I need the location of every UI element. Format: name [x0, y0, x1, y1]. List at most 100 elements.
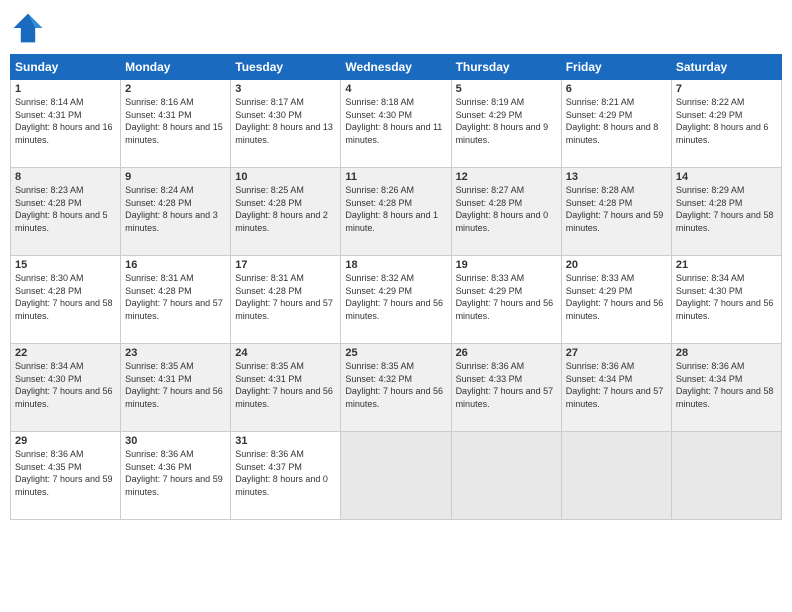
weekday-header-tuesday: Tuesday	[231, 55, 341, 80]
calendar: SundayMondayTuesdayWednesdayThursdayFrid…	[10, 54, 782, 602]
day-number: 12	[456, 171, 557, 183]
calendar-cell	[451, 432, 561, 520]
calendar-table: SundayMondayTuesdayWednesdayThursdayFrid…	[10, 54, 782, 520]
day-number: 17	[235, 259, 336, 271]
calendar-cell: 27Sunrise: 8:36 AMSunset: 4:34 PMDayligh…	[561, 344, 671, 432]
day-info: Sunrise: 8:16 AMSunset: 4:31 PMDaylight:…	[125, 96, 226, 146]
day-info: Sunrise: 8:25 AMSunset: 4:28 PMDaylight:…	[235, 184, 336, 234]
day-info: Sunrise: 8:36 AMSunset: 4:37 PMDaylight:…	[235, 448, 336, 498]
calendar-week-3: 15Sunrise: 8:30 AMSunset: 4:28 PMDayligh…	[11, 256, 782, 344]
calendar-cell	[671, 432, 781, 520]
calendar-cell: 10Sunrise: 8:25 AMSunset: 4:28 PMDayligh…	[231, 168, 341, 256]
day-number: 4	[345, 83, 446, 95]
calendar-cell: 18Sunrise: 8:32 AMSunset: 4:29 PMDayligh…	[341, 256, 451, 344]
calendar-cell: 29Sunrise: 8:36 AMSunset: 4:35 PMDayligh…	[11, 432, 121, 520]
day-number: 9	[125, 171, 226, 183]
calendar-cell: 15Sunrise: 8:30 AMSunset: 4:28 PMDayligh…	[11, 256, 121, 344]
day-info: Sunrise: 8:31 AMSunset: 4:28 PMDaylight:…	[125, 272, 226, 322]
calendar-cell: 22Sunrise: 8:34 AMSunset: 4:30 PMDayligh…	[11, 344, 121, 432]
day-number: 28	[676, 347, 777, 359]
calendar-cell: 13Sunrise: 8:28 AMSunset: 4:28 PMDayligh…	[561, 168, 671, 256]
day-info: Sunrise: 8:33 AMSunset: 4:29 PMDaylight:…	[566, 272, 667, 322]
weekday-header-sunday: Sunday	[11, 55, 121, 80]
day-number: 18	[345, 259, 446, 271]
day-number: 10	[235, 171, 336, 183]
day-number: 27	[566, 347, 667, 359]
calendar-cell: 2Sunrise: 8:16 AMSunset: 4:31 PMDaylight…	[121, 80, 231, 168]
day-number: 21	[676, 259, 777, 271]
day-info: Sunrise: 8:36 AMSunset: 4:34 PMDaylight:…	[676, 360, 777, 410]
day-number: 22	[15, 347, 116, 359]
day-number: 7	[676, 83, 777, 95]
day-number: 20	[566, 259, 667, 271]
day-info: Sunrise: 8:22 AMSunset: 4:29 PMDaylight:…	[676, 96, 777, 146]
day-number: 25	[345, 347, 446, 359]
day-info: Sunrise: 8:35 AMSunset: 4:31 PMDaylight:…	[235, 360, 336, 410]
header	[10, 10, 782, 46]
day-info: Sunrise: 8:29 AMSunset: 4:28 PMDaylight:…	[676, 184, 777, 234]
day-info: Sunrise: 8:17 AMSunset: 4:30 PMDaylight:…	[235, 96, 336, 146]
day-info: Sunrise: 8:27 AMSunset: 4:28 PMDaylight:…	[456, 184, 557, 234]
day-number: 24	[235, 347, 336, 359]
day-info: Sunrise: 8:26 AMSunset: 4:28 PMDaylight:…	[345, 184, 446, 234]
calendar-cell: 25Sunrise: 8:35 AMSunset: 4:32 PMDayligh…	[341, 344, 451, 432]
day-number: 1	[15, 83, 116, 95]
day-number: 29	[15, 435, 116, 447]
day-info: Sunrise: 8:34 AMSunset: 4:30 PMDaylight:…	[15, 360, 116, 410]
calendar-cell: 8Sunrise: 8:23 AMSunset: 4:28 PMDaylight…	[11, 168, 121, 256]
calendar-cell: 21Sunrise: 8:34 AMSunset: 4:30 PMDayligh…	[671, 256, 781, 344]
day-info: Sunrise: 8:33 AMSunset: 4:29 PMDaylight:…	[456, 272, 557, 322]
day-number: 2	[125, 83, 226, 95]
day-number: 16	[125, 259, 226, 271]
calendar-cell: 3Sunrise: 8:17 AMSunset: 4:30 PMDaylight…	[231, 80, 341, 168]
page: SundayMondayTuesdayWednesdayThursdayFrid…	[0, 0, 792, 612]
day-number: 5	[456, 83, 557, 95]
day-info: Sunrise: 8:19 AMSunset: 4:29 PMDaylight:…	[456, 96, 557, 146]
calendar-cell: 9Sunrise: 8:24 AMSunset: 4:28 PMDaylight…	[121, 168, 231, 256]
day-info: Sunrise: 8:24 AMSunset: 4:28 PMDaylight:…	[125, 184, 226, 234]
day-info: Sunrise: 8:34 AMSunset: 4:30 PMDaylight:…	[676, 272, 777, 322]
calendar-cell: 24Sunrise: 8:35 AMSunset: 4:31 PMDayligh…	[231, 344, 341, 432]
day-number: 30	[125, 435, 226, 447]
day-number: 3	[235, 83, 336, 95]
logo-icon	[10, 10, 46, 46]
day-info: Sunrise: 8:35 AMSunset: 4:32 PMDaylight:…	[345, 360, 446, 410]
calendar-cell: 28Sunrise: 8:36 AMSunset: 4:34 PMDayligh…	[671, 344, 781, 432]
day-number: 19	[456, 259, 557, 271]
calendar-cell: 23Sunrise: 8:35 AMSunset: 4:31 PMDayligh…	[121, 344, 231, 432]
day-info: Sunrise: 8:21 AMSunset: 4:29 PMDaylight:…	[566, 96, 667, 146]
calendar-cell: 19Sunrise: 8:33 AMSunset: 4:29 PMDayligh…	[451, 256, 561, 344]
weekday-header-monday: Monday	[121, 55, 231, 80]
calendar-cell: 20Sunrise: 8:33 AMSunset: 4:29 PMDayligh…	[561, 256, 671, 344]
day-info: Sunrise: 8:36 AMSunset: 4:36 PMDaylight:…	[125, 448, 226, 498]
day-number: 6	[566, 83, 667, 95]
day-number: 8	[15, 171, 116, 183]
weekday-header-friday: Friday	[561, 55, 671, 80]
day-info: Sunrise: 8:31 AMSunset: 4:28 PMDaylight:…	[235, 272, 336, 322]
day-number: 23	[125, 347, 226, 359]
calendar-cell: 17Sunrise: 8:31 AMSunset: 4:28 PMDayligh…	[231, 256, 341, 344]
weekday-header-row: SundayMondayTuesdayWednesdayThursdayFrid…	[11, 55, 782, 80]
calendar-cell: 14Sunrise: 8:29 AMSunset: 4:28 PMDayligh…	[671, 168, 781, 256]
calendar-cell: 11Sunrise: 8:26 AMSunset: 4:28 PMDayligh…	[341, 168, 451, 256]
calendar-cell: 6Sunrise: 8:21 AMSunset: 4:29 PMDaylight…	[561, 80, 671, 168]
calendar-cell: 1Sunrise: 8:14 AMSunset: 4:31 PMDaylight…	[11, 80, 121, 168]
calendar-cell: 16Sunrise: 8:31 AMSunset: 4:28 PMDayligh…	[121, 256, 231, 344]
calendar-cell: 26Sunrise: 8:36 AMSunset: 4:33 PMDayligh…	[451, 344, 561, 432]
day-info: Sunrise: 8:28 AMSunset: 4:28 PMDaylight:…	[566, 184, 667, 234]
calendar-cell	[561, 432, 671, 520]
day-info: Sunrise: 8:32 AMSunset: 4:29 PMDaylight:…	[345, 272, 446, 322]
logo	[10, 10, 50, 46]
calendar-cell: 4Sunrise: 8:18 AMSunset: 4:30 PMDaylight…	[341, 80, 451, 168]
calendar-cell: 12Sunrise: 8:27 AMSunset: 4:28 PMDayligh…	[451, 168, 561, 256]
day-info: Sunrise: 8:14 AMSunset: 4:31 PMDaylight:…	[15, 96, 116, 146]
day-number: 26	[456, 347, 557, 359]
weekday-header-saturday: Saturday	[671, 55, 781, 80]
day-info: Sunrise: 8:36 AMSunset: 4:34 PMDaylight:…	[566, 360, 667, 410]
weekday-header-wednesday: Wednesday	[341, 55, 451, 80]
day-number: 15	[15, 259, 116, 271]
day-number: 11	[345, 171, 446, 183]
calendar-cell: 31Sunrise: 8:36 AMSunset: 4:37 PMDayligh…	[231, 432, 341, 520]
calendar-cell: 30Sunrise: 8:36 AMSunset: 4:36 PMDayligh…	[121, 432, 231, 520]
calendar-week-5: 29Sunrise: 8:36 AMSunset: 4:35 PMDayligh…	[11, 432, 782, 520]
